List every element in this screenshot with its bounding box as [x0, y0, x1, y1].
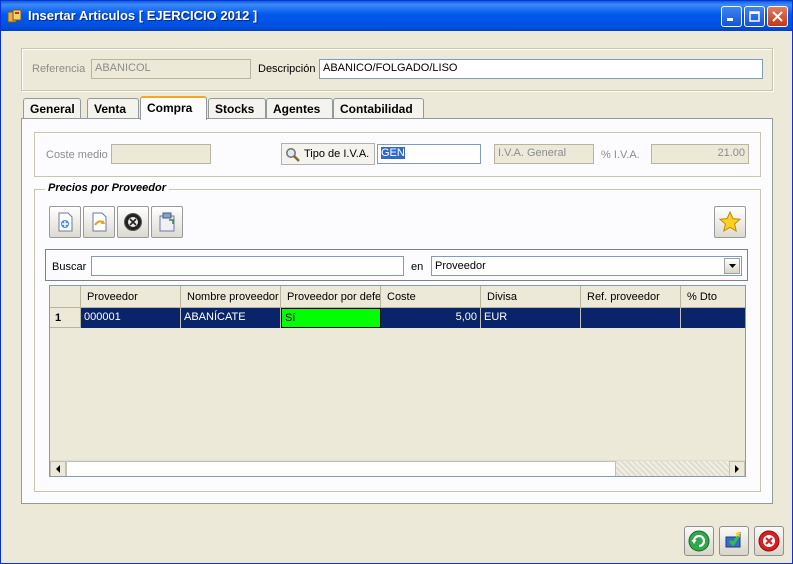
scroll-left-button[interactable]: [50, 461, 66, 476]
tipo-iva-lookup-button[interactable]: Tipo de I.V.A.: [281, 143, 375, 165]
cell-proveedor[interactable]: 000001: [81, 308, 181, 328]
edit-record-icon: [92, 212, 107, 232]
new-record-button[interactable]: [49, 206, 81, 238]
delete-record-button[interactable]: [117, 206, 149, 238]
app-window: Insertar Articulos [ EJERCICIO 2012 ] Re…: [0, 0, 793, 564]
referencia-field[interactable]: ABANICOL: [91, 59, 251, 79]
magnifier-icon: [286, 148, 300, 162]
tipo-iva-field[interactable]: GEN: [377, 144, 481, 164]
referencia-label: Referencia: [32, 63, 86, 75]
descripcion-label: Descripción: [258, 63, 316, 75]
buscar-label: Buscar: [52, 261, 87, 273]
precios-group-title: Precios por Proveedor: [45, 182, 169, 194]
minimize-icon: [727, 18, 733, 21]
descripcion-field[interactable]: ABANICO/FOLGADO/LISO: [319, 59, 763, 79]
tab-agentes[interactable]: Agentes: [266, 98, 333, 118]
proveedores-grid: Proveedor Nombre proveedor Proveedor por…: [49, 285, 746, 477]
search-field-select[interactable]: Proveedor: [431, 256, 742, 276]
arrow-left-icon: [56, 465, 60, 473]
tab-compra[interactable]: Compra: [140, 96, 207, 120]
maximize-button[interactable]: [744, 6, 765, 27]
tab-venta[interactable]: Venta: [87, 98, 139, 118]
cell-pct-dto[interactable]: [681, 308, 745, 328]
row-number-header: [50, 286, 81, 308]
grid-horizontal-scrollbar[interactable]: [50, 460, 745, 476]
pct-iva-field[interactable]: 21.00: [651, 144, 749, 164]
paste-record-icon: [159, 212, 175, 232]
minimize-button[interactable]: [721, 6, 742, 27]
column-header-proveedor[interactable]: Proveedor: [81, 286, 181, 308]
en-label: en: [411, 261, 424, 273]
star-icon: [718, 210, 742, 233]
cell-coste[interactable]: 5,00: [381, 308, 481, 328]
cell-ref-proveedor[interactable]: [581, 308, 681, 328]
title-bar[interactable]: Insertar Articulos [ EJERCICIO 2012 ]: [1, 1, 792, 31]
scroll-track[interactable]: [616, 461, 729, 476]
column-header-nombre-proveedor[interactable]: Nombre proveedor: [181, 286, 281, 308]
scroll-thumb[interactable]: [66, 461, 616, 476]
cancel-button[interactable]: [754, 526, 784, 556]
refresh-icon: [688, 530, 710, 552]
tipo-iva-value: GEN: [381, 147, 405, 159]
close-icon: [772, 11, 783, 22]
cell-divisa[interactable]: EUR: [481, 308, 581, 328]
tab-contabilidad[interactable]: Contabilidad: [333, 98, 424, 118]
save-icon: [725, 531, 741, 548]
search-field-value: Proveedor: [435, 260, 486, 272]
tab-general[interactable]: General: [23, 98, 81, 118]
save-button[interactable]: [719, 526, 749, 556]
cancel-icon: [758, 530, 780, 552]
column-header-ref-proveedor[interactable]: Ref. proveedor: [581, 286, 681, 308]
favorite-button[interactable]: [714, 206, 746, 238]
cell-proveedor-por-defecto[interactable]: Sí: [281, 308, 381, 328]
window-title: Insertar Articulos [ EJERCICIO 2012 ]: [28, 8, 258, 23]
chevron-down-icon: [728, 264, 736, 268]
coste-medio-field[interactable]: [111, 144, 211, 164]
column-header-divisa[interactable]: Divisa: [481, 286, 581, 308]
close-button[interactable]: [767, 6, 788, 27]
pct-iva-label: % I.V.A.: [601, 149, 640, 161]
buscar-input[interactable]: [91, 256, 404, 276]
column-header-coste[interactable]: Coste: [381, 286, 481, 308]
table-row[interactable]: 1 000001 ABANÍCATE Sí 5,00 EUR: [50, 308, 745, 328]
search-field-dropdown-button[interactable]: [724, 258, 740, 274]
scroll-right-button[interactable]: [729, 461, 745, 476]
arrow-right-icon: [735, 465, 739, 473]
iva-description-field[interactable]: I.V.A. General: [494, 144, 594, 164]
delete-record-icon: [124, 213, 142, 231]
coste-medio-label: Coste medio: [46, 149, 108, 161]
column-header-proveedor-por-defecto[interactable]: Proveedor por defe: [281, 286, 381, 308]
paste-record-button[interactable]: [151, 206, 183, 238]
app-icon: [7, 9, 22, 23]
maximize-icon: [749, 11, 760, 22]
row-number: 1: [50, 308, 81, 328]
tipo-iva-label: Tipo de I.V.A.: [304, 148, 370, 160]
tab-stocks[interactable]: Stocks: [208, 98, 266, 118]
edit-record-button[interactable]: [83, 206, 115, 238]
cell-nombre-proveedor[interactable]: ABANÍCATE: [181, 308, 281, 328]
new-record-icon: [58, 212, 73, 232]
refresh-button[interactable]: [684, 526, 714, 556]
column-header-pct-dto[interactable]: % Dto: [681, 286, 745, 308]
